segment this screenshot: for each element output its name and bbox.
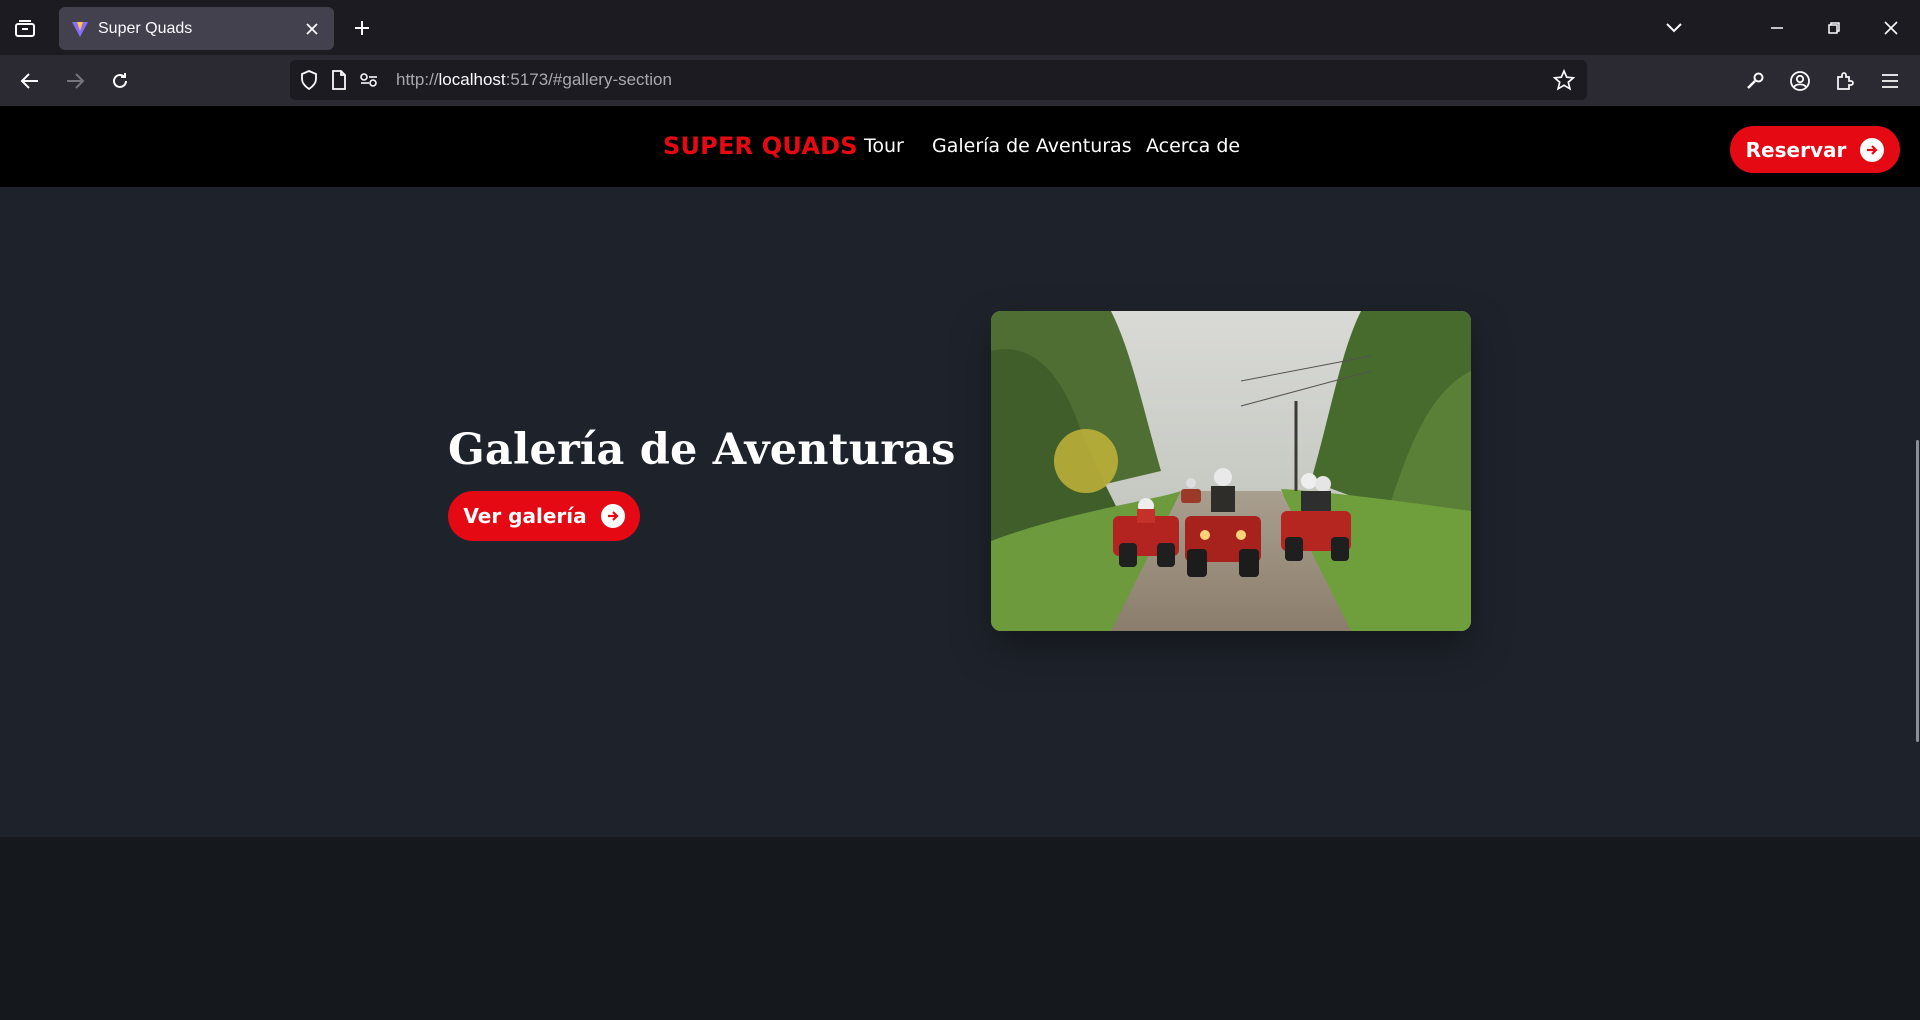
url-bar[interactable]: http://localhost:5173/#gallery-section [290,60,1587,100]
atv-tour-photo [991,311,1471,631]
view-gallery-label: Ver galería [463,504,587,528]
url-path: :5173/#gallery-section [505,70,672,89]
gallery-section: Galería de Aventuras Ver galería [0,187,1920,837]
nav-link-galeria[interactable]: Galería de Aventuras [932,135,1132,157]
arrow-right-icon [600,504,625,528]
close-window-icon[interactable] [1877,14,1905,42]
gallery-title: Galería de Aventuras [448,425,956,475]
nav-link-acerca[interactable]: Acerca de [1146,135,1240,157]
url-scheme: http:// [396,70,439,89]
menu-icon[interactable] [1875,66,1905,96]
next-section [0,837,1920,1020]
brand-logo[interactable]: SUPER QUADS [663,132,858,160]
forward-icon[interactable] [60,66,90,96]
view-gallery-button[interactable]: Ver galería [448,491,640,541]
vite-favicon-icon [71,20,89,38]
nav-link-tour[interactable]: Tour [864,135,904,157]
browser-tab-bar: Super Quads [0,0,1920,55]
wrench-icon[interactable] [1740,66,1770,96]
browser-tab[interactable]: Super Quads [59,7,334,50]
minimize-icon[interactable] [1763,14,1791,42]
close-tab-icon[interactable] [302,19,322,39]
url-text[interactable]: http://localhost:5173/#gallery-section [396,70,1551,90]
account-icon[interactable] [1785,66,1815,96]
new-tab-icon[interactable] [348,14,376,42]
list-tabs-chevron-icon[interactable] [1660,14,1688,42]
reserve-button-label: Reservar [1745,137,1847,162]
page-scrollbar[interactable] [1916,440,1919,742]
extensions-icon[interactable] [1830,66,1860,96]
permissions-icon[interactable] [358,69,380,91]
page-info-icon[interactable] [328,69,350,91]
tab-overview-icon[interactable] [10,14,40,42]
bookmark-star-icon[interactable] [1551,67,1577,93]
url-host: localhost [438,70,506,89]
reload-icon[interactable] [105,66,135,96]
site-header: SUPER QUADS Tour Galería de Aventuras Ac… [0,106,1920,187]
browser-toolbar: http://localhost:5173/#gallery-section [0,55,1920,106]
restore-icon[interactable] [1820,14,1848,42]
reserve-button[interactable]: Reservar [1730,126,1900,173]
tab-title: Super Quads [98,19,193,37]
shield-icon[interactable] [298,69,320,91]
back-icon[interactable] [15,66,45,96]
arrow-right-icon [1860,137,1885,162]
